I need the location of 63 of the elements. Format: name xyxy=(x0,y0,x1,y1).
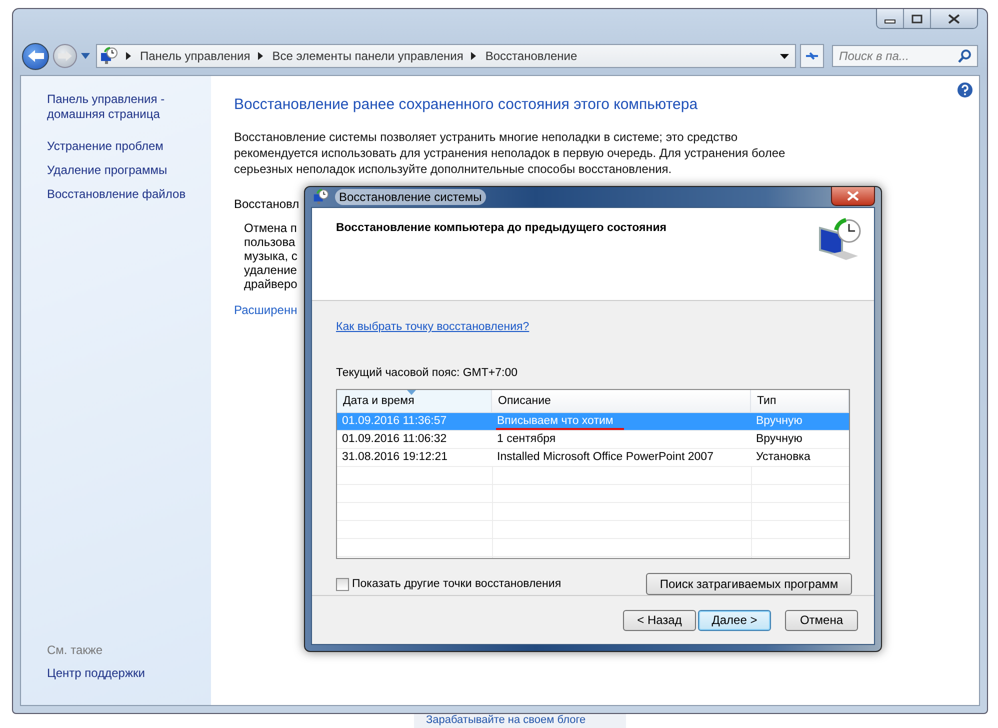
table-cell: Вписываем что хотим xyxy=(492,413,751,430)
column-header[interactable]: Описание xyxy=(492,390,751,412)
dialog-title: Восстановление системы xyxy=(335,189,486,205)
back-arrow-icon xyxy=(26,49,44,63)
checkbox-label[interactable]: Показать другие точки восстановления xyxy=(352,578,562,590)
description-text: Восстановление системы позволяет устранить многие неполадки в системе; это средство рекомендуется использовать для устранения неполадок в первую очередь. Для устранения более серьезных неполадок используйте дополнительные способы восстановления. xyxy=(234,129,786,177)
scan-button[interactable]: Поиск затрагиваемых программ xyxy=(646,573,852,595)
section-label: Восстановл xyxy=(234,197,300,211)
help-link[interactable]: Как выбрать точку восстановления? xyxy=(336,321,850,333)
sidebar-link[interactable]: Удаление программы xyxy=(47,163,197,178)
section-text: удаление xyxy=(244,263,297,277)
breadcrumb[interactable]: Восстановление xyxy=(485,49,578,63)
see-also-label: См. также xyxy=(47,643,104,657)
forward-arrow-icon xyxy=(57,50,73,62)
table-cell-text: Вручную xyxy=(755,414,804,429)
section-text: пользова xyxy=(244,235,296,249)
address-bar[interactable]: Панель управления Все элементы панели управления Восстановление xyxy=(96,44,796,68)
table-cell-text: 01.09.2016 11:06:32 xyxy=(341,432,448,447)
close-icon xyxy=(948,14,960,24)
close-icon xyxy=(847,191,859,201)
table-cell-text: Installed Microsoft Office PowerPoint 2007 xyxy=(496,450,714,465)
back-button[interactable] xyxy=(22,42,49,70)
close-button[interactable] xyxy=(931,9,977,28)
search-icon[interactable] xyxy=(958,49,972,63)
dialog-button[interactable]: Отмена xyxy=(785,610,858,630)
background-link[interactable]: Зарабатывайте на своем блоге xyxy=(414,714,626,728)
breadcrumb[interactable]: Панель управления xyxy=(140,49,250,63)
dialog-button[interactable]: Далее > xyxy=(698,610,771,630)
sidebar-link[interactable]: Центр поддержки xyxy=(47,666,197,681)
table-cell-text: Вручную xyxy=(755,432,804,447)
page-heading: Восстановление ранее сохраненного состояния этого компьютера xyxy=(234,96,699,113)
sidebar-link[interactable]: Панель управления - домашняя страница xyxy=(47,92,197,122)
refresh-button[interactable] xyxy=(800,44,824,68)
close-button[interactable] xyxy=(831,187,875,206)
minimize-button[interactable] xyxy=(877,9,904,28)
dialog-header: Восстановление компьютера до предыдущего состояния xyxy=(336,222,666,234)
sort-arrow-icon xyxy=(407,390,416,395)
section-text: драйверо xyxy=(244,277,298,291)
sidebar-link[interactable]: Устранение проблем xyxy=(47,139,197,154)
help-icon[interactable] xyxy=(957,82,973,98)
maximize-button[interactable] xyxy=(904,9,931,28)
search-field[interactable]: Поиск в па... xyxy=(832,45,978,67)
checkbox[interactable] xyxy=(336,578,349,590)
restore-icon xyxy=(313,189,329,205)
section-text: музыка, с xyxy=(244,249,298,263)
sidebar-link[interactable]: Восстановление файлов xyxy=(47,187,197,202)
breadcrumb[interactable]: Все элементы панели управления xyxy=(272,49,464,63)
table-cell-text: 01.09.2016 11:36:57 xyxy=(341,414,448,429)
timezone-text: Текущий часовой пояс: GMT+7:00 xyxy=(336,367,518,379)
table-cell-text: 1 сентября xyxy=(496,432,557,447)
chevron-icon[interactable] xyxy=(471,52,478,60)
column-header[interactable]: Тип xyxy=(751,390,849,412)
table-cell-text: Установка xyxy=(755,450,812,465)
chevron-icon[interactable] xyxy=(258,52,264,60)
section-text: Отмена п xyxy=(244,221,297,235)
dropdown-caret-icon[interactable] xyxy=(780,54,789,58)
table-cell-text: 31.08.2016 19:12:21 xyxy=(341,450,449,465)
maximize-icon xyxy=(911,14,923,24)
advanced-link[interactable]: Расширенн xyxy=(234,303,298,317)
restore-icon xyxy=(100,47,118,65)
dialog-button[interactable]: < Назад xyxy=(623,610,696,630)
column-header[interactable]: Дата и время xyxy=(337,390,492,412)
chevron-icon[interactable] xyxy=(126,52,132,60)
